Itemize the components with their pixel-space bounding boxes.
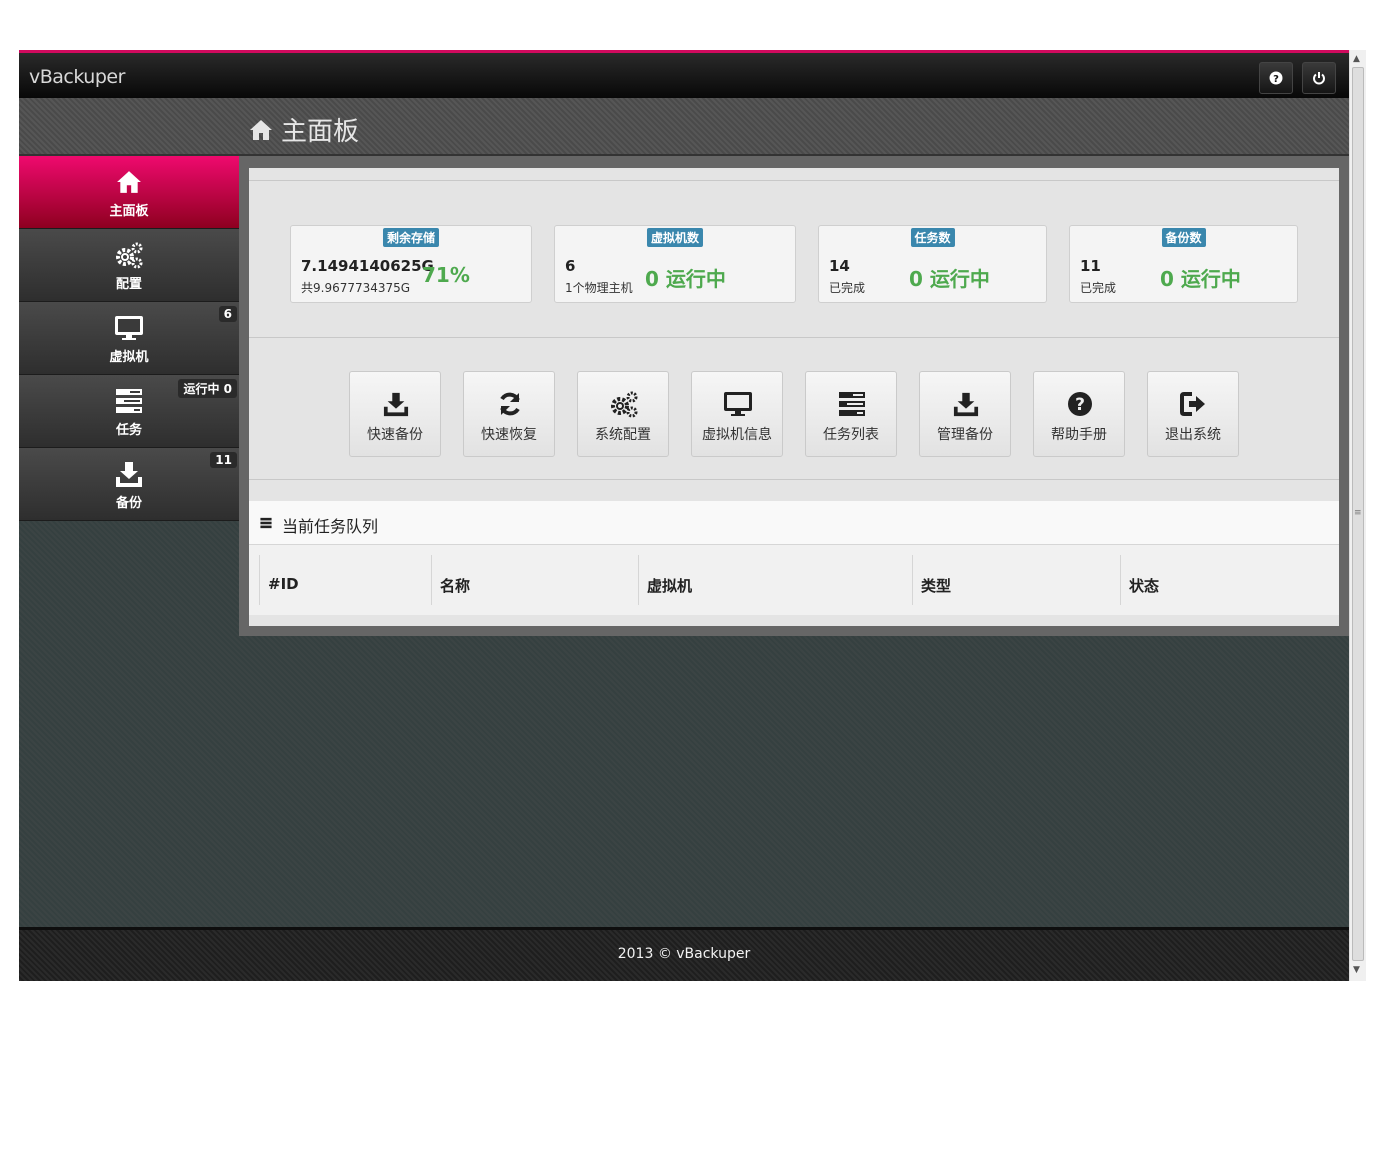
vm-count-badge: 6	[218, 306, 237, 322]
vm-stat-card: 虚拟机数 6 1个物理主机 0 运行中	[554, 225, 796, 303]
help-manual-button[interactable]: ? 帮助手册	[1033, 371, 1125, 457]
sidebar-item-label: 配置	[115, 277, 142, 292]
quick-action-label: 系统配置	[595, 427, 651, 443]
sidebar-item-label: 备份	[115, 496, 142, 511]
page-title: 主面板	[281, 117, 360, 147]
quick-action-label: 快速恢复	[481, 427, 537, 443]
sidebar-item-dashboard[interactable]: 主面板	[19, 156, 239, 229]
column-header-type[interactable]: 类型	[912, 555, 1120, 605]
footer: 2013 © vBackuper	[19, 927, 1349, 981]
host-count-value: 1个物理主机	[565, 281, 633, 295]
task-list-button[interactable]: 任务列表	[805, 371, 897, 457]
scrollbar-thumb[interactable]: ≡	[1352, 67, 1364, 961]
storage-tag: 剩余存储	[382, 228, 440, 247]
backup-running-value: 0 运行中	[1160, 267, 1241, 291]
logout-button[interactable]	[1302, 62, 1336, 94]
sidebar-item-label: 虚拟机	[109, 350, 149, 365]
system-config-button[interactable]: 系统配置	[577, 371, 669, 457]
tasks-icon	[260, 517, 272, 529]
grip-icon: ≡	[1354, 508, 1362, 518]
page-header: 主面板	[19, 98, 1349, 156]
content-area: 主面板 配置 虚拟机 6 任务 运行中 0 备份 11 剩余存储 7.14941…	[19, 156, 1349, 927]
quick-action-label: 任务列表	[823, 427, 879, 443]
sidebar-item-tasks[interactable]: 任务 运行中 0	[19, 375, 239, 448]
task-queue-header: 当前任务队列	[249, 501, 1339, 545]
sidebar-item-config[interactable]: 配置	[19, 229, 239, 302]
quick-action-label: 帮助手册	[1051, 427, 1107, 443]
copyright-text: 2013 © vBackuper	[617, 946, 751, 962]
task-running-badge: 运行中 0	[178, 379, 237, 398]
backup-stat-card: 备份数 11 已完成 0 运行中	[1069, 225, 1298, 303]
divider	[249, 337, 1339, 338]
gears-icon	[611, 391, 638, 418]
column-header-id[interactable]: #ID	[259, 555, 431, 605]
top-navbar: vBackuper ?	[19, 50, 1349, 98]
svg-text:?: ?	[1273, 74, 1279, 85]
divider	[249, 180, 1339, 181]
task-queue-title: 当前任务队列	[282, 517, 379, 536]
vm-count-value: 6	[565, 257, 576, 275]
tasks-icon	[116, 389, 142, 413]
brand-logo[interactable]: vBackuper	[29, 66, 125, 88]
column-header-name[interactable]: 名称	[431, 555, 638, 605]
backup-tag: 备份数	[1161, 228, 1206, 247]
sidebar: 主面板 配置 虚拟机 6 任务 运行中 0 备份 11	[19, 156, 239, 521]
quick-action-label: 退出系统	[1165, 427, 1221, 443]
sidebar-item-label: 任务	[115, 423, 142, 438]
power-icon	[1313, 72, 1325, 85]
manage-backup-button[interactable]: 管理备份	[919, 371, 1011, 457]
column-header-status[interactable]: 状态	[1120, 555, 1339, 605]
quick-action-label: 虚拟机信息	[702, 427, 772, 443]
signout-icon	[1180, 392, 1205, 416]
task-stat-card: 任务数 14 已完成 0 运行中	[818, 225, 1047, 303]
app-window: vBackuper ? 主面板 主面板 配置 虚拟机 6 任务 运行中 0 备份…	[19, 50, 1349, 981]
storage-stat-card: 剩余存储 7.1494140625G 共9.9677734375G 71%	[290, 225, 532, 303]
vertical-scrollbar[interactable]: ▲ ≡ ▼	[1349, 50, 1366, 981]
storage-total-value: 共9.9677734375G	[301, 281, 411, 295]
task-count-value: 14	[829, 257, 850, 275]
quick-backup-button[interactable]: 快速备份	[349, 371, 441, 457]
monitor-icon	[724, 392, 752, 416]
divider	[249, 479, 1339, 480]
home-icon	[117, 171, 141, 193]
vm-running-value: 0 运行中	[645, 267, 726, 291]
help-button[interactable]: ?	[1259, 62, 1293, 94]
monitor-icon	[115, 316, 143, 340]
main-content: 剩余存储 7.1494140625G 共9.9677734375G 71% 虚拟…	[239, 156, 1349, 636]
download-icon	[953, 392, 979, 417]
storage-percent: 71%	[422, 263, 470, 287]
refresh-icon	[500, 392, 520, 416]
sidebar-item-vms[interactable]: 虚拟机 6	[19, 302, 239, 375]
download-icon	[383, 392, 409, 417]
home-icon	[250, 119, 272, 140]
dashboard-panel: 剩余存储 7.1494140625G 共9.9677734375G 71% 虚拟…	[249, 168, 1339, 626]
svg-text:?: ?	[1075, 395, 1085, 415]
question-icon: ?	[1269, 71, 1283, 85]
quick-restore-button[interactable]: 快速恢复	[463, 371, 555, 457]
quick-action-label: 管理备份	[937, 427, 993, 443]
vm-tag: 虚拟机数	[646, 228, 704, 247]
task-running-value: 0 运行中	[909, 267, 990, 291]
exit-system-button[interactable]: 退出系统	[1147, 371, 1239, 457]
storage-free-value: 7.1494140625G	[301, 257, 434, 275]
task-queue-table: #ID 名称 虚拟机 类型 状态	[249, 545, 1339, 615]
column-header-vm[interactable]: 虚拟机	[638, 555, 912, 605]
sidebar-item-label: 主面板	[109, 204, 149, 219]
sidebar-item-backups[interactable]: 备份 11	[19, 448, 239, 521]
download-icon	[116, 462, 142, 487]
task-tag: 任务数	[910, 228, 955, 247]
backup-count-badge: 11	[210, 452, 237, 468]
vm-info-button[interactable]: 虚拟机信息	[691, 371, 783, 457]
backup-count-value: 11	[1080, 257, 1101, 275]
scroll-down-icon[interactable]: ▼	[1353, 965, 1360, 975]
backup-completed-label: 已完成	[1080, 281, 1117, 295]
tasks-icon	[839, 392, 865, 416]
quick-action-label: 快速备份	[367, 427, 423, 443]
task-completed-label: 已完成	[829, 281, 866, 295]
scroll-up-icon[interactable]: ▲	[1353, 54, 1360, 64]
question-icon: ?	[1068, 392, 1092, 416]
gears-icon	[116, 242, 143, 269]
